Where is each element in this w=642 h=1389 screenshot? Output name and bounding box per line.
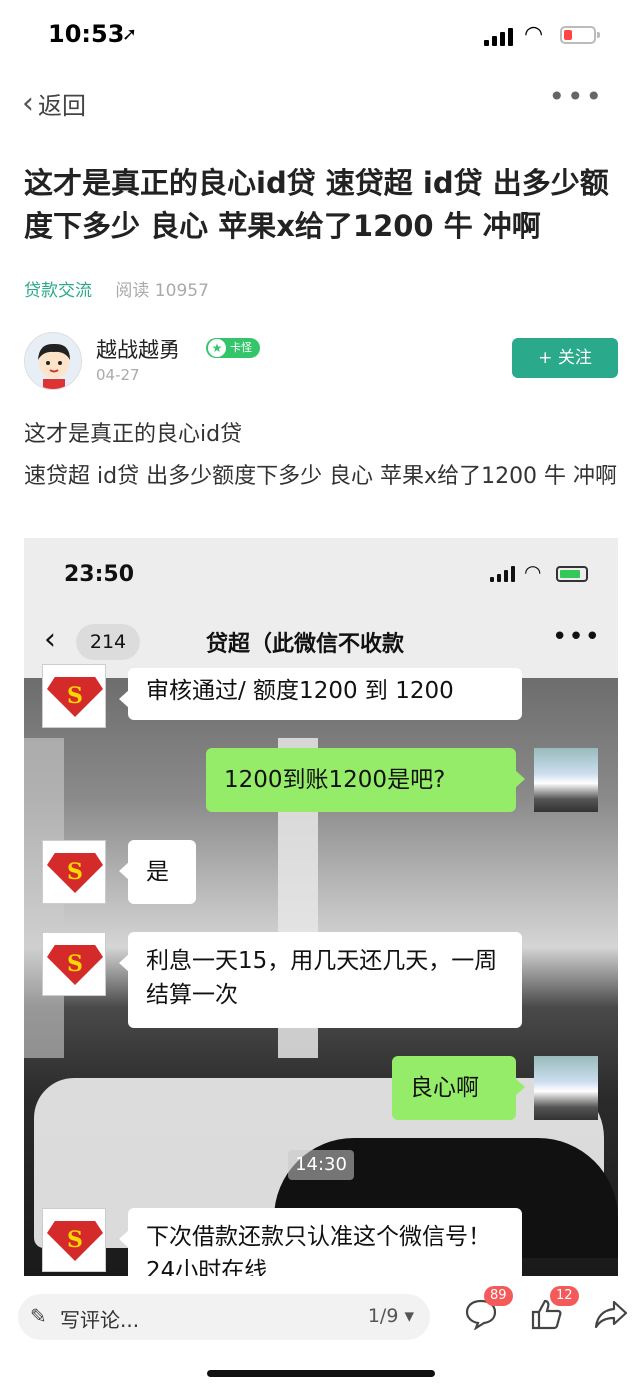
comment-placeholder: 写评论... [60,1308,140,1332]
status-bar: 10:53 ➚ ◠ [0,0,642,70]
post-body: 这才是真正的良心id贷 速贷超 id贷 出多少额度下多少 良心 苹果x给了120… [24,414,622,498]
chat-timestamp: 14:30 [288,1150,354,1180]
chat-more-icon: ••• [552,622,602,652]
body-line-1: 这才是真正的良心id贷 [24,422,243,447]
share-icon[interactable] [594,1298,628,1337]
chat-status-time: 23:50 [64,562,135,587]
my-avatar [534,748,598,812]
chevron-left-icon: ‹ [44,622,56,657]
status-time: 10:53 [48,20,125,48]
signal-icon [490,566,516,582]
chat-header: 23:50 ◠ ‹ 214 贷超（此微信不收款 ••• [24,538,618,678]
post-image[interactable]: 23:50 ◠ ‹ 214 贷超（此微信不收款 ••• S 审核通过/ 额度12… [24,538,618,1276]
unread-count: 214 [76,624,140,660]
contact-avatar: S [42,664,106,728]
badge-label: 卡怪 [230,341,252,354]
post-meta: 贷款交流 阅读 10957 [24,276,209,301]
category-link[interactable]: 贷款交流 [24,281,92,301]
wifi-icon: ◠ [524,560,542,584]
like-count-badge: 12 [550,1286,579,1306]
location-arrow-icon: ➚ [122,24,138,45]
more-button[interactable]: ••• [548,80,604,113]
top-nav: ‹ 返回 ••• [0,78,642,128]
message-bubble: 审核通过/ 额度1200 到 1200 [119,668,522,720]
battery-icon [560,26,600,44]
battery-charging-icon [556,566,588,582]
signal-icon [484,26,518,46]
contact-avatar: S [42,840,106,904]
wifi-icon: ◠ [524,22,544,47]
bottom-bar: ✎ 写评论... 1/9 ▾ 89 12 [0,1284,642,1350]
back-button[interactable]: ‹ 返回 [22,86,86,121]
level-badge: ★ 卡怪 [206,338,260,358]
chat-title: 贷超（此微信不收款 [206,632,405,657]
image-page-indicator[interactable]: 1/9 ▾ [368,1305,414,1327]
author-name[interactable]: 越战越勇 [96,334,180,364]
post-date: 04-27 [96,366,140,384]
read-count: 阅读 10957 [115,281,209,301]
message-bubble: 是 [119,840,196,904]
page-number: 1/9 [367,1305,399,1327]
contact-avatar: S [42,932,106,996]
star-icon: ★ [208,339,226,357]
body-line-2: 速贷超 id贷 出多少额度下多少 良心 苹果x给了1200 牛 冲啊 [24,464,618,489]
post-title: 这才是真正的良心id贷 速贷超 id贷 出多少额度下多少 良心 苹果x给了120… [24,166,609,243]
message-bubble: 良心啊 [392,1056,525,1120]
back-label: 返回 [38,92,86,120]
chevron-left-icon: ‹ [22,86,34,121]
message-bubble: 利息一天15，用几天还几天，一周结算一次 [119,932,522,1028]
follow-button[interactable]: + 关注 [512,338,618,378]
home-indicator[interactable] [207,1370,435,1377]
comment-input[interactable]: ✎ 写评论... 1/9 ▾ [18,1294,430,1340]
contact-avatar: S [42,1208,106,1272]
pen-icon: ✎ [30,1304,47,1328]
message-bubble: 下次借款还款只认准这个微信号！24小时在线 [119,1208,522,1276]
author-row: 越战越勇 ★ 卡怪 04-27 + 关注 [24,332,618,392]
comment-count-badge: 89 [484,1286,513,1306]
avatar[interactable] [24,332,82,390]
message-bubble: 1200到账1200是吧? [206,748,525,812]
my-avatar [534,1056,598,1120]
